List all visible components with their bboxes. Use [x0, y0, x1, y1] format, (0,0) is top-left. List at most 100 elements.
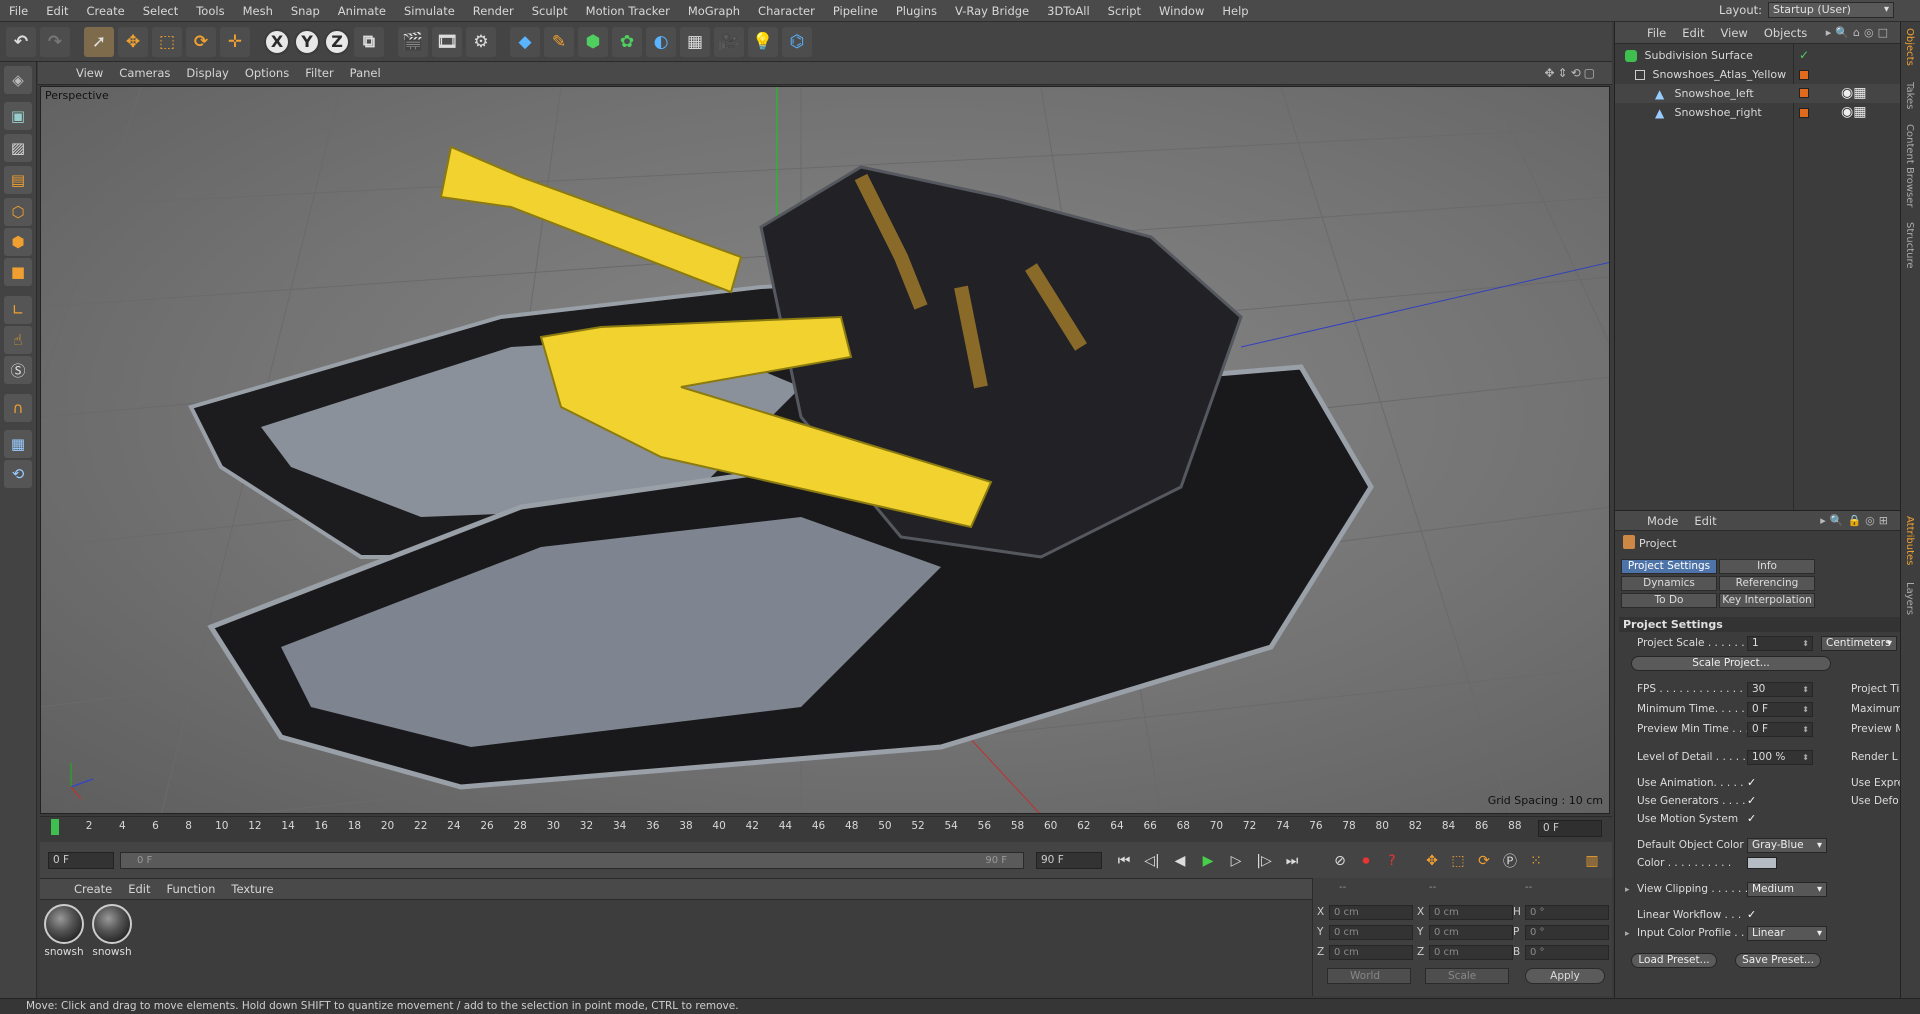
material-menu-create[interactable]: Create: [66, 882, 120, 896]
coord-size-x-field[interactable]: 0 cm: [1429, 905, 1513, 920]
floor-icon[interactable]: ▦: [680, 26, 710, 57]
coord-pos-z-field[interactable]: 0 cm: [1329, 945, 1413, 960]
menu-motion-tracker[interactable]: Motion Tracker: [577, 4, 679, 18]
apply-button[interactable]: Apply: [1525, 968, 1605, 984]
view-clipping-select[interactable]: Medium: [1747, 882, 1827, 897]
perspective-viewport[interactable]: Perspective Grid Spacing : 10 cm: [40, 86, 1610, 814]
menu-script[interactable]: Script: [1099, 4, 1150, 18]
side-tab-layers[interactable]: Layers: [1904, 582, 1915, 615]
python-icon[interactable]: ⌬: [782, 26, 812, 57]
menu-character[interactable]: Character: [749, 4, 824, 18]
am-menu-edit[interactable]: Edit: [1686, 514, 1724, 528]
viewport-menu-view[interactable]: View: [68, 66, 111, 80]
go-to-end-icon[interactable]: ⏭: [1280, 850, 1304, 872]
tab-project-settings[interactable]: Project Settings: [1621, 559, 1717, 574]
model-mode-icon[interactable]: ▣: [4, 102, 32, 130]
om-toolbar-icons[interactable]: ▸🔍⌂◎□: [1826, 26, 1892, 39]
next-key-icon[interactable]: |▷: [1252, 850, 1276, 872]
use-animation-checkbox[interactable]: ✓: [1747, 777, 1759, 789]
material-swatch[interactable]: snowsh: [42, 904, 86, 958]
rotate-icon[interactable]: ⟳: [186, 26, 216, 57]
enabled-check-icon[interactable]: ✓: [1799, 48, 1809, 62]
menu-file[interactable]: File: [0, 4, 37, 18]
workplane-lock-icon[interactable]: ▦: [4, 430, 32, 458]
snap-icon[interactable]: ∩: [4, 394, 32, 422]
start-frame-field[interactable]: 0 F: [48, 852, 114, 869]
camera-icon[interactable]: 🎥: [714, 26, 744, 57]
redo-icon[interactable]: ↷: [40, 26, 70, 57]
color-swatch[interactable]: [1747, 857, 1777, 869]
material-menu-edit[interactable]: Edit: [120, 882, 158, 896]
size-mode-select[interactable]: Scale: [1425, 968, 1509, 984]
om-menu-file[interactable]: File: [1639, 26, 1674, 40]
previous-frame-icon[interactable]: ◀: [1168, 850, 1192, 872]
live-selection-icon[interactable]: ➚: [84, 26, 114, 57]
timeline-window-icon[interactable]: ▥: [1580, 850, 1604, 872]
z-axis-lock-button[interactable]: Z: [324, 28, 350, 55]
coord-rot-b-field[interactable]: 0 °: [1525, 945, 1609, 960]
coordinate-system-icon[interactable]: ⧉: [354, 26, 384, 57]
scale-icon[interactable]: ⬚: [152, 26, 182, 57]
coord-rot-h-field[interactable]: 0 °: [1525, 905, 1609, 920]
record-keys-off-icon[interactable]: ⊘: [1328, 850, 1352, 872]
edges-mode-icon[interactable]: ⬢: [4, 228, 32, 256]
load-preset-button[interactable]: Load Preset...: [1631, 953, 1717, 968]
am-menu-mode[interactable]: Mode: [1639, 514, 1686, 528]
menu-help[interactable]: Help: [1213, 4, 1257, 18]
input-color-profile-select[interactable]: Linear: [1747, 926, 1827, 941]
menu-animate[interactable]: Animate: [329, 4, 395, 18]
coord-size-y-field[interactable]: 0 cm: [1429, 925, 1513, 940]
material-menu-function[interactable]: Function: [159, 882, 224, 896]
transform-icon[interactable]: ✛: [220, 26, 250, 57]
tweak-mode-icon[interactable]: ☝: [4, 326, 32, 354]
level-of-detail-field[interactable]: 100 %: [1747, 750, 1813, 765]
coord-rot-p-field[interactable]: 0 °: [1525, 925, 1609, 940]
preview-min-field[interactable]: 0 F: [1747, 722, 1813, 737]
side-tab-objects[interactable]: Objects: [1904, 28, 1915, 66]
key-point-level-icon[interactable]: ⁙: [1524, 850, 1548, 872]
menu-simulate[interactable]: Simulate: [395, 4, 464, 18]
render-settings-icon[interactable]: ⚙: [466, 26, 496, 57]
key-parameter-icon[interactable]: Ⓟ: [1498, 850, 1522, 872]
layout-select[interactable]: Startup (User): [1768, 2, 1894, 18]
coordinate-space-select[interactable]: World: [1327, 968, 1411, 984]
om-menu-edit[interactable]: Edit: [1674, 26, 1712, 40]
play-icon[interactable]: ▶: [1196, 850, 1220, 872]
material-tag-icon[interactable]: ◉▦: [1841, 104, 1866, 120]
tab-to-do[interactable]: To Do: [1621, 593, 1717, 608]
deformer-icon[interactable]: ◐: [646, 26, 676, 57]
object-row[interactable]: Snowshoes_Atlas_Yellow: [1615, 65, 1901, 84]
cloner-icon[interactable]: ✿: [612, 26, 642, 57]
axis-mode-icon[interactable]: ∟: [4, 296, 32, 324]
undo-icon[interactable]: ↶: [6, 26, 36, 57]
subdivision-surface-icon[interactable]: ⬢: [578, 26, 608, 57]
side-tab-content-browser[interactable]: Content Browser: [1904, 124, 1915, 207]
use-generators-checkbox[interactable]: ✓: [1747, 795, 1759, 807]
autokeying-icon[interactable]: ?: [1380, 850, 1404, 872]
key-rotation-icon[interactable]: ⟳: [1472, 850, 1496, 872]
material-menu-texture[interactable]: Texture: [223, 882, 281, 896]
polygons-mode-icon[interactable]: ■: [4, 258, 32, 286]
menu-create[interactable]: Create: [78, 4, 134, 18]
object-row[interactable]: Subdivision Surface: [1615, 46, 1901, 65]
om-menu-objects[interactable]: Objects: [1756, 26, 1815, 40]
viewport-menu-panel[interactable]: Panel: [342, 66, 389, 80]
viewport-menu-filter[interactable]: Filter: [297, 66, 341, 80]
viewport-menu-cameras[interactable]: Cameras: [111, 66, 178, 80]
texture-mode-icon[interactable]: ▨: [4, 134, 32, 162]
planar-workplane-icon[interactable]: ⟲: [4, 460, 32, 488]
scale-project-button[interactable]: Scale Project...: [1631, 656, 1831, 671]
previous-key-icon[interactable]: ◁|: [1140, 850, 1164, 872]
render-picture-viewer-icon[interactable]: 🎞: [432, 26, 462, 57]
fps-field[interactable]: 30: [1747, 682, 1813, 697]
workplane-icon[interactable]: ▤: [4, 166, 32, 194]
tab-referencing[interactable]: Referencing: [1719, 576, 1815, 591]
coord-pos-y-field[interactable]: 0 cm: [1329, 925, 1413, 940]
menu-mograph[interactable]: MoGraph: [679, 4, 749, 18]
menu-snap[interactable]: Snap: [282, 4, 329, 18]
linear-workflow-checkbox[interactable]: ✓: [1747, 909, 1759, 921]
use-motion-system-checkbox[interactable]: ✓: [1747, 813, 1759, 825]
solo-mode-icon[interactable]: Ⓢ: [4, 356, 32, 384]
light-icon[interactable]: 💡: [748, 26, 778, 57]
side-tab-attributes[interactable]: Attributes: [1904, 516, 1915, 565]
